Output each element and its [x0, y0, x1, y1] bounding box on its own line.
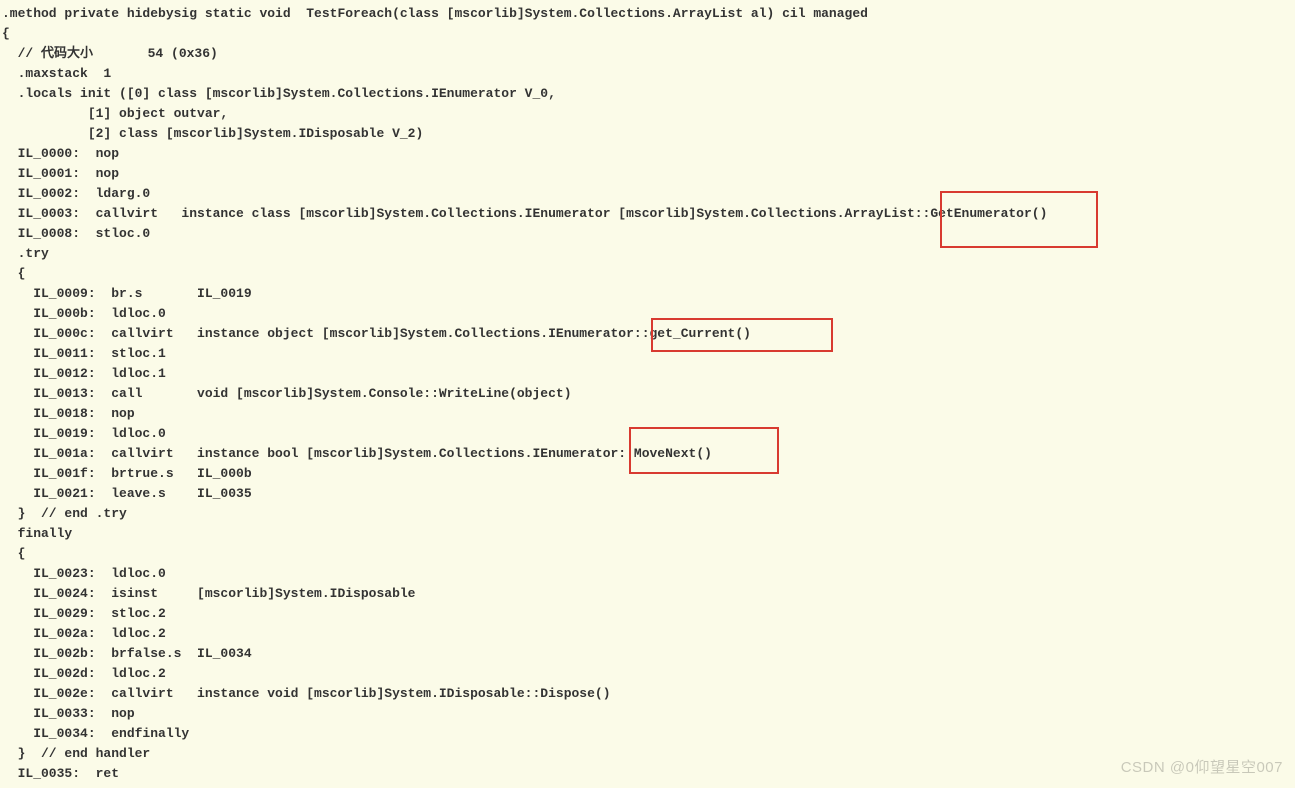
code-line: .locals init ([0] class [mscorlib]System…: [2, 86, 556, 101]
code-line: } // end handler: [2, 746, 150, 761]
code-line: IL_002d: ldloc.2: [2, 666, 166, 681]
code-line: IL_0008: stloc.0: [2, 226, 150, 241]
code-line: IL_000c: callvirt instance object [mscor…: [2, 326, 751, 341]
code-line: IL_0034: endfinally: [2, 726, 189, 741]
code-line: .try: [2, 246, 49, 261]
code-line: IL_000b: ldloc.0: [2, 306, 166, 321]
code-line: {: [2, 546, 25, 561]
code-line: {: [2, 266, 25, 281]
code-line: IL_0011: stloc.1: [2, 346, 166, 361]
code-line: IL_0029: stloc.2: [2, 606, 166, 621]
code-line: IL_001f: brtrue.s IL_000b: [2, 466, 252, 481]
watermark-text: CSDN @0仰望星空007: [1121, 756, 1283, 777]
code-line: IL_002a: ldloc.2: [2, 626, 166, 641]
code-line: IL_002e: callvirt instance void [mscorli…: [2, 686, 611, 701]
code-line: [2] class [mscorlib]System.IDisposable V…: [2, 126, 423, 141]
code-line: IL_0000: nop: [2, 146, 119, 161]
code-line: IL_0012: ldloc.1: [2, 366, 166, 381]
code-line: IL_0009: br.s IL_0019: [2, 286, 252, 301]
code-line: .method private hidebysig static void Te…: [2, 6, 868, 21]
code-line: IL_0013: call void [mscorlib]System.Cons…: [2, 386, 572, 401]
code-line: } // end .try: [2, 506, 127, 521]
code-line: IL_0018: nop: [2, 406, 135, 421]
code-line: IL_0033: nop: [2, 706, 135, 721]
code-line: // 代码大小 54 (0x36): [2, 46, 218, 61]
code-line: IL_0002: ldarg.0: [2, 186, 150, 201]
code-line: IL_001a: callvirt instance bool [mscorli…: [2, 446, 712, 461]
code-line: IL_0001: nop: [2, 166, 119, 181]
code-line: {: [2, 26, 10, 41]
code-line: IL_0003: callvirt instance class [mscorl…: [2, 206, 1047, 221]
code-line: finally: [2, 526, 72, 541]
code-line: IL_0035: ret: [2, 766, 119, 781]
code-line: IL_0019: ldloc.0: [2, 426, 166, 441]
code-line: IL_0024: isinst [mscorlib]System.IDispos…: [2, 586, 415, 601]
code-line: IL_002b: brfalse.s IL_0034: [2, 646, 252, 661]
code-line: .maxstack 1: [2, 66, 111, 81]
code-line: IL_0021: leave.s IL_0035: [2, 486, 252, 501]
il-code-block: .method private hidebysig static void Te…: [0, 0, 1295, 788]
code-line: IL_0023: ldloc.0: [2, 566, 166, 581]
code-line: [1] object outvar,: [2, 106, 228, 121]
